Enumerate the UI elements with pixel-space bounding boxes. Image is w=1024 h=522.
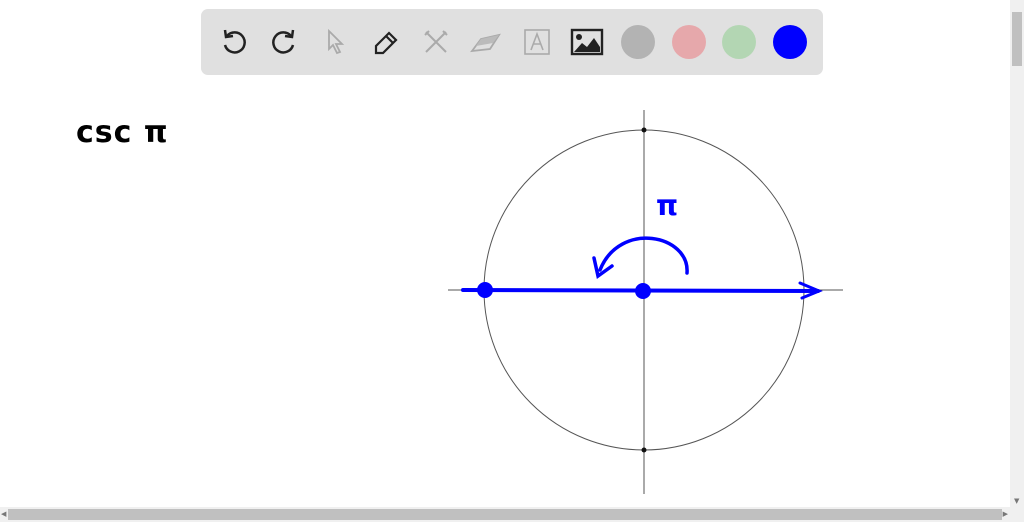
point-minus-one [477,282,493,298]
drawing-canvas[interactable]: π csc π [0,0,1010,507]
tools-icon[interactable] [419,25,453,59]
expression-text: csc π [76,115,169,150]
scroll-left-icon[interactable]: ◀ [1,510,6,518]
redo-icon[interactable] [267,25,301,59]
scroll-down-icon[interactable]: ▼ [1014,497,1019,505]
origin-point [635,283,651,299]
color-pink[interactable] [672,25,706,59]
color-green[interactable] [722,25,756,59]
angle-label: π [656,189,678,222]
eraser-icon[interactable] [469,25,503,59]
horizontal-scroll-thumb[interactable] [8,509,1002,520]
color-gray[interactable] [621,25,655,59]
text-icon[interactable] [520,25,554,59]
undo-icon[interactable] [217,25,251,59]
top-point [641,127,647,133]
scroll-right-icon[interactable]: ▶ [1003,510,1008,518]
vertical-scrollbar[interactable]: ▼ [1010,0,1024,507]
toolbar [201,9,823,75]
select-icon[interactable] [318,25,352,59]
horizontal-scrollbar[interactable]: ◀ ▶ [0,507,1024,522]
bottom-point [641,447,647,453]
pen-icon[interactable] [368,25,402,59]
image-icon[interactable] [570,25,604,59]
color-blue[interactable] [773,25,807,59]
vertical-scroll-thumb[interactable] [1012,12,1022,66]
